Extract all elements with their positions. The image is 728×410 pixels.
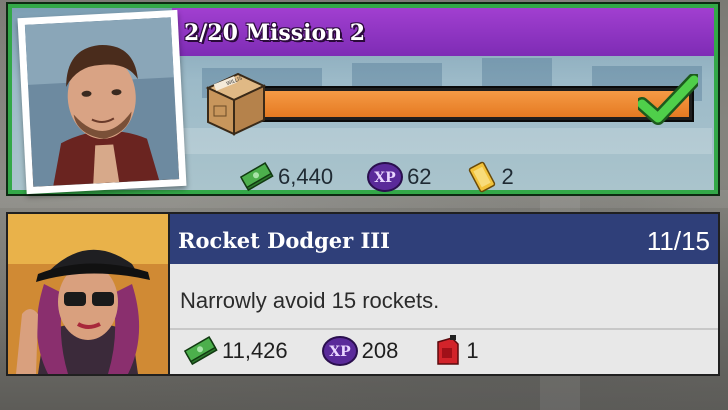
- xp-amount: 62: [407, 164, 432, 189]
- challenge-character-portrait: [8, 214, 170, 374]
- mission-character-portrait: [17, 9, 187, 195]
- svg-text:XP: XP: [329, 344, 351, 360]
- challenge-title: Rocket Dodger III: [178, 228, 390, 253]
- cash-stack-icon: [240, 162, 274, 192]
- mission-progress-fill: [255, 91, 689, 117]
- cardboard-box-icon: WILLIS: [205, 72, 267, 136]
- mission-progress-bar: [250, 86, 694, 122]
- ticket-amount: 2: [501, 164, 514, 189]
- mission-rewards: 6,440 XP 62 2: [240, 160, 548, 194]
- cash-stack-icon: [184, 336, 218, 366]
- cash-amount: 6,440: [278, 164, 334, 189]
- challenge-rewards: 11,426 XP 208 1: [184, 334, 513, 368]
- mission-title: 2/20 Mission 2: [184, 20, 366, 46]
- green-checkmark-icon: [638, 74, 698, 125]
- svg-text:XP: XP: [374, 170, 396, 186]
- xp-reward: XP 208: [321, 335, 399, 367]
- xp-reward: XP 62: [367, 161, 432, 193]
- fuel-amount: 1: [466, 338, 479, 363]
- gold-ticket-icon: [468, 161, 495, 193]
- cash-reward: 6,440: [240, 160, 333, 194]
- challenge-description: Narrowly avoid 15 rockets.: [180, 288, 440, 313]
- red-fuel-can-icon: [437, 335, 460, 365]
- challenge-card[interactable]: Rocket Dodger III 11/15 Narrowly avoid 1…: [6, 212, 720, 376]
- mission-card[interactable]: 2/20 Mission 2 WILLIS 6,440 XP 62 2: [8, 4, 718, 195]
- cash-amount: 11,426: [222, 338, 288, 363]
- cash-reward: 11,426: [184, 334, 288, 368]
- challenge-divider: [170, 328, 718, 330]
- xp-badge-icon: XP: [367, 162, 404, 192]
- challenge-progress-count: 11/15: [646, 226, 710, 256]
- fuel-reward: 1: [432, 334, 479, 368]
- ticket-reward: 2: [466, 160, 514, 194]
- xp-amount: 208: [361, 338, 399, 363]
- xp-badge-icon: XP: [321, 336, 358, 366]
